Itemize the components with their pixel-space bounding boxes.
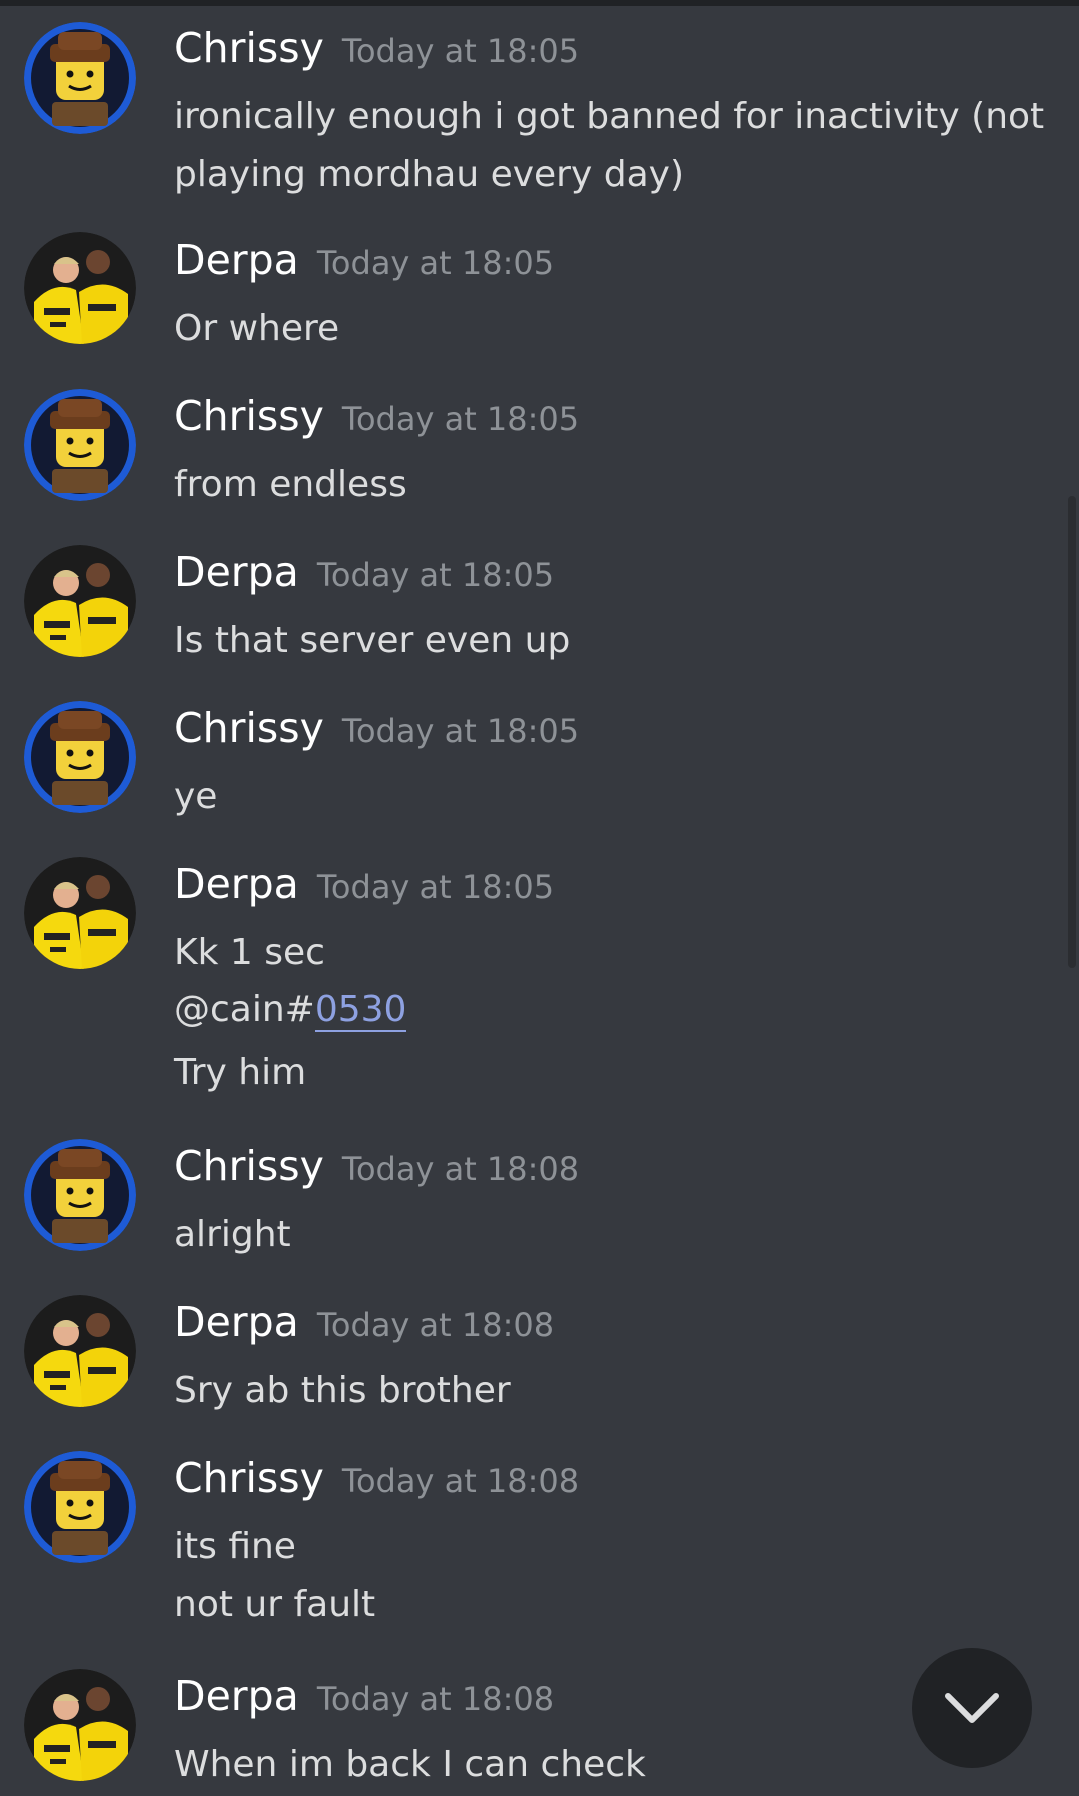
message-author[interactable]: Chrissy — [174, 1454, 324, 1502]
message-text: ye — [174, 776, 218, 817]
lego-minifig-avatar[interactable] — [24, 389, 136, 501]
message-text: from endless — [174, 464, 407, 505]
message-author[interactable]: Chrissy — [174, 1142, 324, 1190]
football-players-avatar[interactable] — [24, 545, 136, 657]
message-text: not ur fault — [174, 1584, 376, 1625]
message-text: its fine — [174, 1526, 296, 1567]
message-text: Kk 1 sec — [174, 932, 325, 973]
message-timestamp: Today at 18:05 — [316, 244, 555, 282]
jump-to-bottom-button[interactable] — [912, 1648, 1032, 1768]
message-author[interactable]: Derpa — [174, 548, 299, 596]
message-author[interactable]: Derpa — [174, 860, 299, 908]
message-timestamp: Today at 18:05 — [341, 712, 580, 750]
message-author[interactable]: Derpa — [174, 1298, 299, 1346]
message-text: ironically enough i got banned for inact… — [174, 96, 1045, 137]
message-author[interactable]: Chrissy — [174, 24, 324, 72]
message-author[interactable]: Derpa — [174, 236, 299, 284]
lego-minifig-avatar[interactable] — [24, 701, 136, 813]
message-text: Try him — [174, 1052, 307, 1093]
message-timestamp: Today at 18:08 — [316, 1680, 555, 1718]
message-author[interactable]: Chrissy — [174, 392, 324, 440]
message-text: alright — [174, 1214, 291, 1255]
message-timestamp: Today at 18:08 — [316, 1306, 555, 1344]
football-players-avatar[interactable] — [24, 1669, 136, 1781]
message-timestamp: Today at 18:08 — [341, 1462, 580, 1500]
message-author[interactable]: Derpa — [174, 1672, 299, 1720]
message-timestamp: Today at 18:08 — [341, 1150, 580, 1188]
mention-line: @cain#0530 — [174, 989, 407, 1032]
mention-prefix: @cain# — [174, 989, 315, 1030]
lego-minifig-avatar[interactable] — [24, 22, 136, 134]
message-text: Sry ab this brother — [174, 1370, 511, 1411]
lego-minifig-avatar[interactable] — [24, 1139, 136, 1251]
football-players-avatar[interactable] — [24, 857, 136, 969]
message-timestamp: Today at 18:05 — [316, 868, 555, 906]
top-bar — [0, 0, 1079, 6]
message-text: When im back I can check — [174, 1744, 646, 1785]
chevron-down-icon — [945, 1693, 999, 1723]
message-text: Or where — [174, 308, 340, 349]
football-players-avatar[interactable] — [24, 232, 136, 344]
message-text: Is that server even up — [174, 620, 571, 661]
message-text: playing mordhau every day) — [174, 154, 684, 195]
message-author[interactable]: Chrissy — [174, 704, 324, 752]
message-timestamp: Today at 18:05 — [341, 32, 580, 70]
message-timestamp: Today at 18:05 — [341, 400, 580, 438]
scrollbar[interactable] — [1068, 496, 1076, 968]
message-timestamp: Today at 18:05 — [316, 556, 555, 594]
football-players-avatar[interactable] — [24, 1295, 136, 1407]
lego-minifig-avatar[interactable] — [24, 1451, 136, 1563]
mention-link[interactable]: 0530 — [314, 989, 407, 1032]
